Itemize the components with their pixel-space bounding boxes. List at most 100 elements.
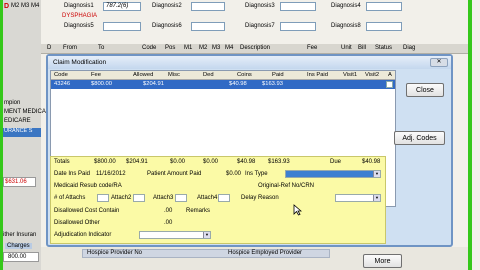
col-code[interactable]: Code	[54, 72, 68, 78]
sidebar-insurance-label: ither Insuran	[3, 232, 37, 238]
row-coins: $40.98	[229, 81, 247, 87]
col-allowed[interactable]: Allowed	[133, 72, 153, 78]
diagnosis5-field[interactable]	[103, 22, 141, 31]
adjudication-indicator-label: Adjudication Indicator	[54, 232, 112, 238]
date-ins-paid-value[interactable]: 11/16/2012	[96, 171, 126, 177]
delay-reason-select[interactable]: ▼	[335, 194, 381, 202]
patient-amount-paid-label: Patient Amount Paid	[147, 171, 202, 177]
table-row-selected[interactable]: 43246 $800.00 $204.91 $40.98 $163.93	[51, 80, 395, 89]
left-green-border	[0, 0, 3, 270]
diagnosis1-label: Diagnosis1	[64, 3, 94, 9]
diagnosis3-label: Diagnosis3	[245, 3, 275, 9]
row-checkbox[interactable]	[386, 81, 393, 88]
attach2-label: Attach2	[111, 195, 132, 201]
date-ins-paid-label: Date Ins Paid	[54, 171, 91, 177]
chevron-down-icon[interactable]: ▼	[373, 195, 380, 201]
attachs-label: # of Attachs	[54, 195, 86, 201]
dialog-title: Claim Modification	[53, 59, 107, 66]
grid-col-pos[interactable]: Pos	[165, 45, 175, 51]
totals-due: $40.98	[362, 159, 381, 165]
hospice-provider-label: Hospice Provider No	[87, 250, 143, 256]
patient-amount-paid-value[interactable]: $0.00	[226, 171, 241, 177]
diagnosis2-field[interactable]	[191, 2, 225, 11]
grid-col-from[interactable]: From	[63, 45, 77, 51]
grid-col-d[interactable]: D	[47, 45, 51, 51]
more-button[interactable]: More	[363, 254, 402, 268]
col-a[interactable]: A	[388, 72, 392, 78]
grid-col-m4[interactable]: M4	[225, 45, 233, 51]
grid-col-m1[interactable]: M1	[184, 45, 192, 51]
totals-coins: $40.98	[237, 159, 256, 165]
claim-lines-header: Code Fee Allowed Misc Ded Coins Paid Ins…	[51, 71, 395, 80]
grid-col-m3[interactable]: M3	[212, 45, 220, 51]
medicaid-resub-label: Medicaid Resub code/RA	[54, 183, 122, 189]
sidebar-item[interactable]: EDICARE	[4, 118, 31, 124]
sidebar-item[interactable]: MENT MEDICA	[4, 109, 46, 115]
sidebar-item[interactable]: mpion	[4, 100, 20, 106]
diagnosis4-field[interactable]	[366, 2, 402, 11]
grid-col-bill[interactable]: Bill	[358, 45, 366, 51]
row-code: 43246	[54, 81, 71, 87]
grid-col-diag[interactable]: Diag	[403, 45, 415, 51]
attach1-field[interactable]	[97, 194, 109, 202]
diagnosis7-field[interactable]	[280, 22, 316, 31]
adjudication-indicator-select[interactable]: ▼	[139, 231, 211, 239]
original-ref-label: Original-Ref No/CRN	[258, 183, 315, 189]
attach4-label: Attach4	[197, 195, 218, 201]
ins-type-select[interactable]: ▼	[285, 170, 381, 178]
dialog-title-bar[interactable]: Claim Modification ✕	[48, 56, 451, 69]
grid-col-code[interactable]: Code	[142, 45, 156, 51]
row-fee: $800.00	[91, 81, 112, 87]
chevron-down-icon[interactable]: ▼	[203, 232, 210, 238]
col-visit2[interactable]: Visit2	[365, 72, 379, 78]
col-visit1[interactable]: Visit1	[343, 72, 357, 78]
attach2-field[interactable]	[133, 194, 145, 202]
claim-modification-dialog: Claim Modification ✕ Code Fee Allowed Mi…	[46, 54, 453, 247]
dialog-close-icon[interactable]: ✕	[430, 58, 448, 67]
sidebar-item-selected[interactable]: URANCE S	[3, 128, 41, 137]
disallowed-other-value[interactable]: .00	[164, 220, 172, 226]
grid-col-unit[interactable]: Unit	[341, 45, 352, 51]
mouse-cursor-icon	[293, 204, 302, 216]
close-button[interactable]: Close	[406, 83, 444, 97]
diagnosis3-field[interactable]	[280, 2, 316, 11]
claim-details-panel: Totals $800.00 $204.91 $0.00 $0.00 $40.9…	[50, 156, 386, 244]
totals-allowed: $204.91	[126, 159, 148, 165]
ins-type-label: Ins Type	[245, 171, 268, 177]
chevron-down-icon[interactable]: ▼	[373, 171, 380, 177]
totals-paid: $163.93	[268, 159, 290, 165]
diagnosis4-label: Diagnosis4	[331, 3, 361, 9]
hospice-row: Hospice Provider No Hospice Employed Pro…	[82, 249, 330, 258]
col-ins-paid[interactable]: Ins Paid	[307, 72, 328, 78]
sidebar-m-labels: M2 M3 M4	[11, 3, 40, 9]
totals-label: Totals	[54, 159, 70, 165]
diagnosis8-field[interactable]	[366, 22, 402, 31]
diagnosis1-field[interactable]: 787.2(6)	[103, 2, 141, 11]
grid-col-fee[interactable]: Fee	[307, 45, 317, 51]
grid-col-status[interactable]: Status	[375, 45, 392, 51]
col-ded[interactable]: Ded	[203, 72, 214, 78]
sidebar-charges-label: Charges	[5, 243, 32, 249]
row-paid: $163.93	[262, 81, 283, 87]
diagnosis6-field[interactable]	[191, 22, 225, 31]
attach4-field[interactable]	[218, 194, 230, 202]
adj-codes-button[interactable]: Adj. Codes	[394, 131, 445, 145]
attach3-field[interactable]	[175, 194, 187, 202]
col-misc[interactable]: Misc	[168, 72, 180, 78]
col-fee[interactable]: Fee	[91, 72, 101, 78]
sidebar-marker: D	[4, 3, 10, 10]
sidebar-charges-field[interactable]: 800.00	[3, 252, 39, 262]
grid-col-m2[interactable]: M2	[199, 45, 207, 51]
grid-col-description[interactable]: Description	[240, 45, 270, 51]
totals-fee: $800.00	[94, 159, 116, 165]
diagnosis8-label: Diagnosis8	[331, 23, 361, 29]
col-paid[interactable]: Paid	[272, 72, 284, 78]
grid-col-to[interactable]: To	[98, 45, 104, 51]
disallowed-cost-value[interactable]: .00	[164, 208, 172, 214]
attach3-label: Attach3	[153, 195, 174, 201]
right-green-border	[468, 0, 472, 270]
disallowed-other-label: Disallowed Other	[54, 220, 100, 226]
diagnosis1-description: DYSPHAGIA	[62, 13, 98, 19]
col-coins[interactable]: Coins	[237, 72, 252, 78]
sidebar-amount-field[interactable]: $631.06	[3, 177, 36, 187]
